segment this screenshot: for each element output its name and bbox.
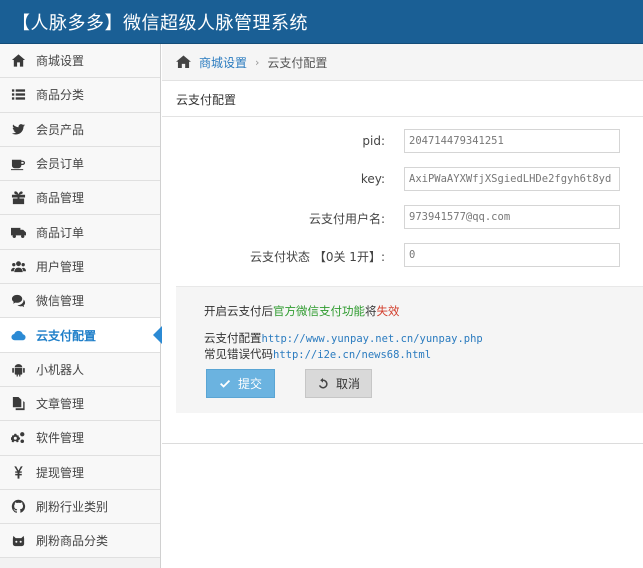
form-row-key: key: bbox=[162, 167, 643, 191]
submit-button[interactable]: 提交 bbox=[206, 369, 275, 398]
cancel-button[interactable]: 取消 bbox=[305, 369, 372, 398]
username-label: 云支付用户名: bbox=[308, 212, 385, 226]
cogs-icon bbox=[0, 430, 36, 445]
list-icon bbox=[0, 87, 36, 102]
sidebar-item-article-management[interactable]: 文章管理 bbox=[0, 386, 160, 422]
sidebar-item-cloud-pay-config[interactable]: 云支付配置 bbox=[0, 318, 162, 353]
submit-label: 提交 bbox=[237, 377, 262, 391]
sidebar-item-label: 云支付配置 bbox=[36, 328, 97, 343]
note-highlight-red: 失效 bbox=[376, 304, 400, 318]
sidebar-item-small-robot[interactable]: 小机器人 bbox=[0, 352, 160, 387]
error-code-label: 常见错误代码 bbox=[204, 347, 273, 361]
warning-note: 开启云支付后官方微信支付功能将失效 bbox=[204, 303, 400, 319]
sidebar-item-product-orders[interactable]: 商品订单 bbox=[0, 215, 160, 250]
sidebar-item-label: 软件管理 bbox=[36, 431, 85, 446]
sidebar-item-member-products[interactable]: 会员产品 bbox=[0, 112, 160, 147]
check-icon bbox=[219, 379, 231, 388]
sidebar-item-withdraw-management[interactable]: 提现管理 bbox=[0, 455, 160, 490]
sidebar-item-member-orders[interactable]: 会员订单 bbox=[0, 146, 160, 182]
twitter-icon bbox=[0, 122, 36, 137]
status-input[interactable] bbox=[404, 243, 620, 267]
users-icon bbox=[0, 259, 36, 274]
sidebar-item-label: 商品订单 bbox=[36, 225, 85, 240]
sidebar-item-product-management[interactable]: 商品管理 bbox=[0, 181, 160, 216]
sidebar: 商城设置 商品分类 会员产品 会员订单 商品管理 商品订单 用户管理 微信管理 … bbox=[0, 44, 162, 568]
sidebar-item-label: 用户管理 bbox=[36, 259, 85, 274]
app-title: 【人脉多多】微信超级人脉管理系统 bbox=[12, 13, 308, 34]
error-code-line: 常见错误代码http://i2e.cn/news68.html bbox=[204, 346, 431, 362]
sidebar-item-label: 会员产品 bbox=[36, 122, 85, 137]
username-input[interactable] bbox=[404, 205, 620, 229]
sidebar-item-software-management[interactable]: 软件管理 bbox=[0, 421, 160, 456]
error-code-link[interactable]: http://i2e.cn/news68.html bbox=[273, 349, 431, 361]
robot-icon bbox=[0, 533, 36, 548]
config-link-label: 云支付配置 bbox=[204, 331, 262, 345]
github-icon bbox=[0, 499, 36, 514]
form-row-pid: pid: bbox=[162, 129, 643, 153]
top-header: 【人脉多多】微信超级人脉管理系统 bbox=[0, 0, 643, 44]
sidebar-item-label: 提现管理 bbox=[36, 465, 85, 480]
truck-icon bbox=[0, 225, 36, 240]
form-actions-area: 开启云支付后官方微信支付功能将失效 云支付配置http://www.yunpay… bbox=[176, 286, 643, 413]
yen-icon bbox=[0, 465, 36, 480]
undo-icon bbox=[318, 377, 328, 388]
sidebar-item-label: 刷粉行业类别 bbox=[36, 500, 109, 514]
home-icon bbox=[0, 53, 36, 68]
note-highlight-green: 官方微信支付功能 bbox=[273, 304, 365, 318]
sidebar-item-label: 小机器人 bbox=[36, 362, 85, 377]
key-label: key: bbox=[360, 172, 385, 186]
sidebar-item-shop-settings[interactable]: 商城设置 bbox=[0, 44, 160, 79]
sidebar-item-label: 微信管理 bbox=[36, 294, 85, 309]
sidebar-item-label: 商品分类 bbox=[36, 88, 85, 103]
config-link-line: 云支付配置http://www.yunpay.net.cn/yunpay.php bbox=[204, 330, 483, 346]
breadcrumb-current: 云支付配置 bbox=[267, 55, 328, 70]
status-label: 云支付状态 【0关 1开】: bbox=[250, 250, 385, 264]
key-input[interactable] bbox=[404, 167, 620, 191]
panel-title: 云支付配置 bbox=[162, 82, 643, 117]
breadcrumb: 商城设置 › 云支付配置 bbox=[162, 44, 643, 81]
sidebar-item-wechat-management[interactable]: 微信管理 bbox=[0, 284, 160, 319]
config-link[interactable]: http://www.yunpay.net.cn/yunpay.php bbox=[262, 333, 483, 345]
comments-icon bbox=[0, 293, 36, 308]
sidebar-item-user-management[interactable]: 用户管理 bbox=[0, 249, 160, 285]
pid-label: pid: bbox=[362, 134, 385, 148]
gift-icon bbox=[0, 190, 36, 205]
sidebar-item-product-category[interactable]: 商品分类 bbox=[0, 78, 160, 113]
cancel-label: 取消 bbox=[335, 377, 360, 391]
breadcrumb-separator: › bbox=[255, 55, 260, 69]
sidebar-item-label: 文章管理 bbox=[36, 397, 85, 412]
cloud-icon bbox=[0, 328, 36, 343]
pid-input[interactable] bbox=[404, 129, 620, 153]
note-text: 将 bbox=[365, 304, 377, 318]
coffee-icon bbox=[0, 156, 36, 171]
sidebar-item-fans-product-category[interactable]: 刷粉商品分类 bbox=[0, 524, 160, 559]
sidebar-item-fans-industry[interactable]: 刷粉行业类别 bbox=[0, 489, 160, 525]
home-icon[interactable] bbox=[176, 53, 199, 71]
config-panel: 云支付配置 pid: key: 云支付用户名: 云支付状态 【0关 1开】: 开… bbox=[162, 82, 643, 444]
sidebar-item-label: 会员订单 bbox=[36, 157, 85, 172]
form-row-username: 云支付用户名: bbox=[162, 205, 643, 229]
sidebar-item-label: 刷粉商品分类 bbox=[36, 534, 109, 549]
note-text: 开启云支付后 bbox=[204, 304, 273, 318]
form-row-status: 云支付状态 【0关 1开】: bbox=[162, 243, 643, 267]
sidebar-item-label: 商城设置 bbox=[36, 54, 85, 69]
sidebar-item-label: 商品管理 bbox=[36, 191, 85, 206]
android-icon bbox=[0, 362, 36, 377]
breadcrumb-home-link[interactable]: 商城设置 bbox=[199, 54, 247, 71]
files-icon bbox=[0, 396, 36, 411]
